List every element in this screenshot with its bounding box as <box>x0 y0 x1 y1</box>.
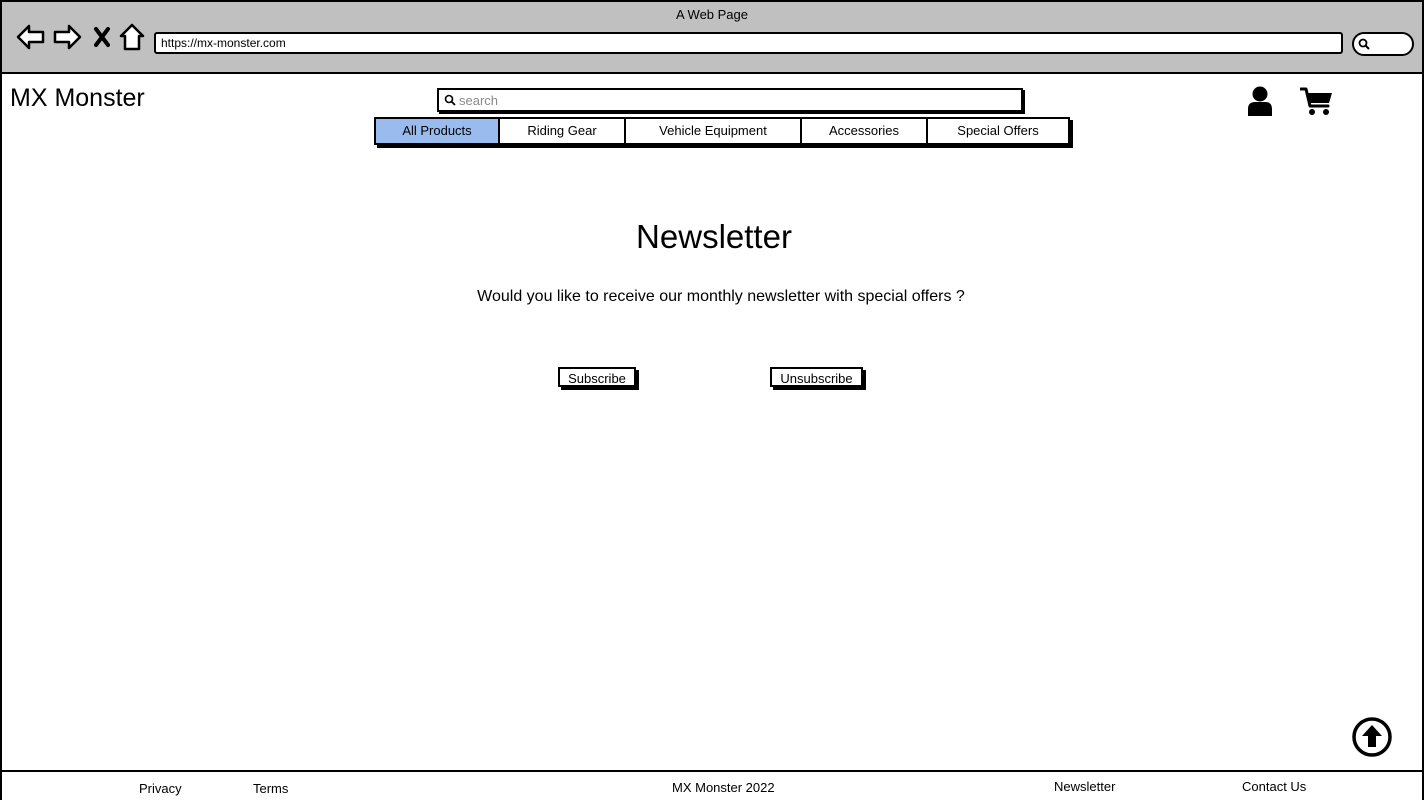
footer-link-newsletter[interactable]: Newsletter <box>1054 779 1115 794</box>
tab-riding-gear[interactable]: Riding Gear <box>500 119 626 143</box>
home-icon[interactable] <box>118 22 148 52</box>
window-title: A Web Page <box>675 7 749 22</box>
tab-accessories[interactable]: Accessories <box>802 119 928 143</box>
footer-link-terms[interactable]: Terms <box>253 781 288 796</box>
back-arrow-icon[interactable] <box>16 22 46 52</box>
tab-all-products[interactable]: All Products <box>376 119 500 143</box>
newsletter-question: Would you like to receive our monthly ne… <box>477 288 965 305</box>
browser-search-field[interactable] <box>1352 32 1414 56</box>
category-tabs: All Products Riding Gear Vehicle Equipme… <box>374 117 1070 145</box>
browser-chrome: A Web Page https://mx-monster.com <box>2 2 1422 74</box>
browser-window: A Web Page https://mx-monster.com MX Mon… <box>0 0 1424 800</box>
search-icon <box>444 94 456 106</box>
site-logo[interactable]: MX Monster <box>10 84 145 113</box>
site-search-box <box>437 88 1023 112</box>
cart-icon[interactable] <box>1299 86 1334 123</box>
user-icon[interactable] <box>1245 85 1275 122</box>
tab-vehicle-equipment[interactable]: Vehicle Equipment <box>626 119 802 143</box>
footer-link-contact[interactable]: Contact Us <box>1242 779 1306 794</box>
tab-special-offers[interactable]: Special Offers <box>928 119 1068 143</box>
page-title: Newsletter <box>636 218 792 255</box>
search-input[interactable] <box>459 90 1009 110</box>
site-footer: Privacy Terms MX Monster 2022 Newsletter… <box>2 770 1422 800</box>
url-bar[interactable]: https://mx-monster.com <box>154 32 1343 54</box>
subscribe-button[interactable]: Subscribe <box>558 367 636 387</box>
forward-arrow-icon[interactable] <box>52 22 82 52</box>
unsubscribe-button[interactable]: Unsubscribe <box>770 367 863 387</box>
scroll-to-top-icon[interactable] <box>1351 716 1393 763</box>
footer-link-privacy[interactable]: Privacy <box>139 781 182 796</box>
search-icon <box>1358 38 1370 50</box>
footer-copyright: MX Monster 2022 <box>672 780 775 795</box>
